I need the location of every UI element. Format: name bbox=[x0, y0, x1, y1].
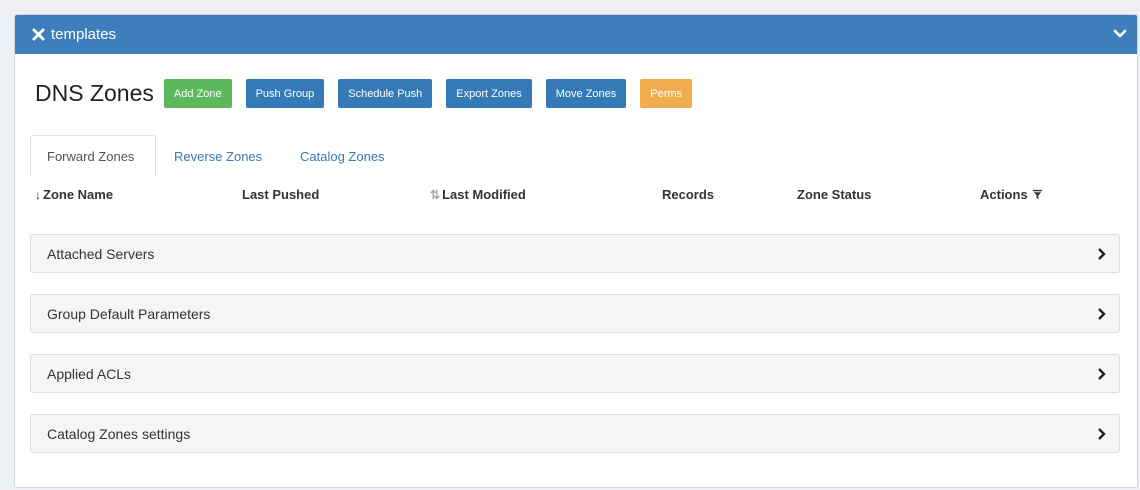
col-last-modified[interactable]: ⇅ Last Modified bbox=[430, 187, 526, 202]
col-records-label: Records bbox=[662, 187, 715, 202]
chevron-right-icon bbox=[1098, 368, 1106, 380]
col-zone-name-label: Zone Name bbox=[43, 187, 114, 202]
page-title: DNS Zones bbox=[35, 80, 154, 106]
col-zone-status-label: Zone Status bbox=[797, 187, 872, 202]
section-label: Attached Servers bbox=[47, 245, 155, 262]
tab-reverse-zones[interactable]: Reverse Zones bbox=[158, 135, 278, 177]
chevron-right-icon bbox=[1098, 308, 1106, 320]
col-last-modified-label: Last Modified bbox=[442, 187, 526, 202]
schedule-push-button[interactable]: Schedule Push bbox=[338, 79, 433, 108]
col-actions-label: Actions bbox=[980, 187, 1028, 202]
add-zone-button[interactable]: Add Zone bbox=[163, 79, 232, 108]
col-zone-status[interactable]: Zone Status bbox=[797, 187, 871, 202]
col-actions[interactable]: Actions bbox=[980, 187, 1043, 202]
perms-button[interactable]: Perms bbox=[640, 79, 693, 108]
sort-icon: ⇅ bbox=[430, 187, 441, 202]
push-group-button[interactable]: Push Group bbox=[245, 79, 325, 108]
chevron-down-icon[interactable] bbox=[1113, 27, 1127, 41]
panel-title: templates bbox=[51, 26, 117, 43]
filter-icon[interactable] bbox=[1032, 189, 1043, 200]
templates-panel: templates DNS Zones Add Zone Push Group … bbox=[14, 14, 1138, 488]
export-zones-button[interactable]: Export Zones bbox=[446, 79, 532, 108]
chevron-right-icon bbox=[1098, 248, 1106, 260]
title-row: DNS Zones Add Zone Push Group Schedule P… bbox=[35, 79, 706, 108]
section-label: Catalog Zones settings bbox=[47, 425, 191, 442]
col-last-pushed-label: Last Pushed bbox=[242, 187, 320, 202]
sort-alpha-icon: ↓ bbox=[35, 187, 41, 202]
section-label: Applied ACLs bbox=[47, 365, 132, 382]
move-zones-button[interactable]: Move Zones bbox=[545, 79, 627, 108]
section-catalog-zones-settings[interactable]: Catalog Zones settings bbox=[30, 414, 1120, 453]
col-last-pushed[interactable]: Last Pushed bbox=[242, 187, 319, 202]
section-applied-acls[interactable]: Applied ACLs bbox=[30, 354, 1120, 393]
chevron-right-icon bbox=[1098, 428, 1106, 440]
col-records[interactable]: Records bbox=[662, 187, 714, 202]
section-attached-servers[interactable]: Attached Servers bbox=[30, 234, 1120, 273]
tab-catalog-zones[interactable]: Catalog Zones bbox=[284, 135, 401, 177]
close-icon[interactable] bbox=[32, 28, 45, 41]
panel-header[interactable]: templates bbox=[15, 15, 1137, 54]
col-zone-name[interactable]: ↓ Zone Name bbox=[35, 187, 113, 202]
tab-forward-zones[interactable]: Forward Zones bbox=[30, 135, 156, 178]
table-header: ↓ Zone Name Last Pushed ⇅ Last Modified … bbox=[30, 177, 1120, 213]
section-label: Group Default Parameters bbox=[47, 305, 211, 322]
zone-tabs: Forward Zones Reverse Zones Catalog Zone… bbox=[30, 135, 1120, 178]
section-group-default-parameters[interactable]: Group Default Parameters bbox=[30, 294, 1120, 333]
